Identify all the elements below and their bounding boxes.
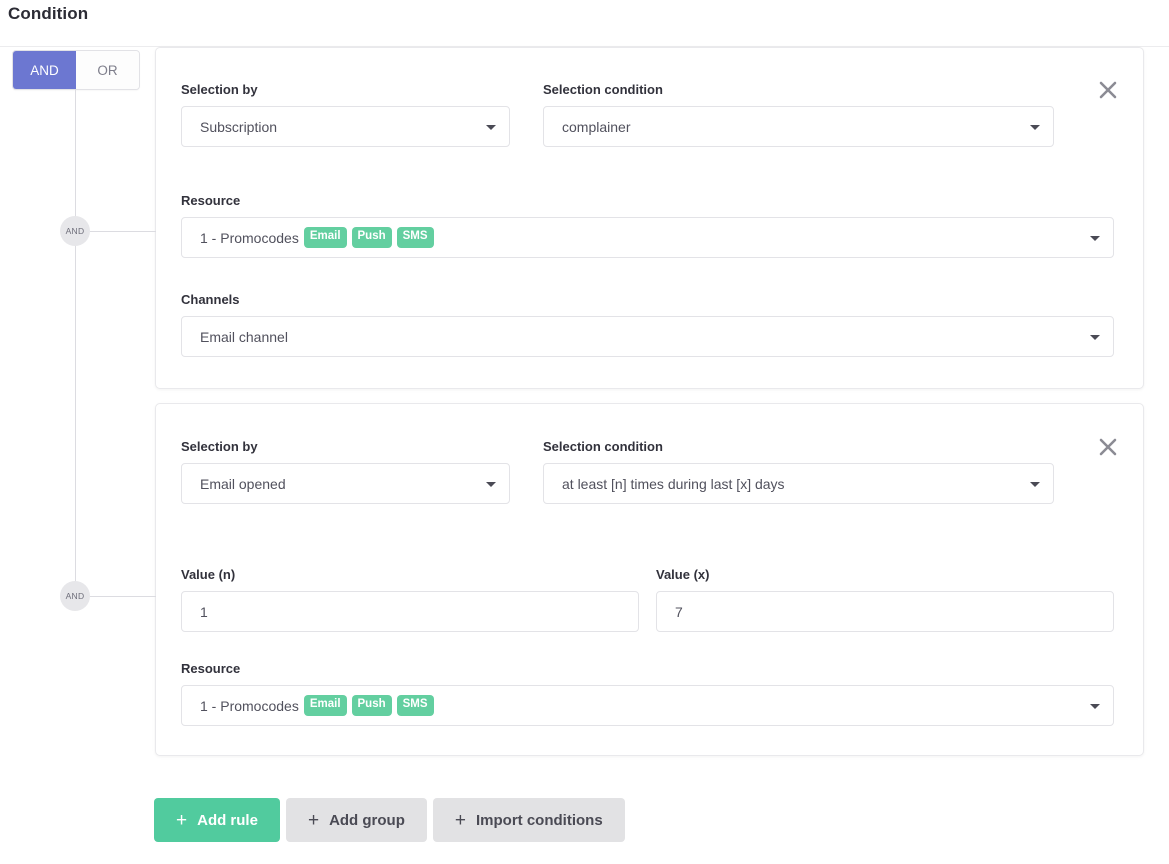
resource-value-1: 1 - Promocodes	[200, 229, 299, 246]
selection-condition-label-1: Selection condition	[543, 82, 663, 97]
add-rule-button[interactable]: + Add rule	[154, 798, 280, 842]
selection-condition-group-1: Selection condition complainer	[543, 82, 1054, 147]
chevron-down-icon	[1030, 481, 1040, 487]
condition-builder-page: Condition AND OR AND AND Selection by Su…	[0, 0, 1169, 864]
plus-icon: +	[307, 809, 320, 831]
resource-label-2: Resource	[181, 661, 241, 676]
channels-value-1: Email channel	[200, 328, 288, 345]
chevron-down-icon	[1090, 334, 1100, 340]
remove-rule-button-1[interactable]	[1095, 77, 1121, 103]
resource-value-2: 1 - Promocodes	[200, 697, 299, 714]
add-group-label: Add group	[329, 811, 405, 829]
value-x-label: Value (x)	[656, 567, 710, 582]
resource-label-1: Resource	[181, 193, 241, 208]
value-n-label: Value (n)	[181, 567, 236, 582]
value-n-group: Value (n) 1	[181, 567, 639, 632]
remove-rule-button-2[interactable]	[1095, 434, 1121, 460]
chevron-down-icon	[1030, 124, 1040, 130]
selection-condition-value-2: at least [n] times during last [x] days	[562, 475, 785, 492]
selection-condition-select-2[interactable]: at least [n] times during last [x] days	[543, 463, 1054, 504]
tree-horizontal-connector-2	[90, 596, 156, 597]
selection-by-group-2: Selection by Email opened	[181, 439, 510, 504]
selection-condition-value-1: complainer	[562, 118, 631, 135]
channel-badge-email: Email	[303, 695, 347, 716]
chevron-down-icon	[486, 481, 496, 487]
resource-group-2: Resource 1 - Promocodes Email Push SMS	[181, 661, 1114, 726]
value-x-group: Value (x) 7	[656, 567, 1114, 632]
resource-group-1: Resource 1 - Promocodes Email Push SMS	[181, 193, 1114, 258]
selection-by-select-1[interactable]: Subscription	[181, 106, 510, 147]
value-n-input[interactable]: 1	[181, 591, 639, 632]
selection-by-value-1: Subscription	[200, 118, 278, 135]
channels-group-1: Channels Email channel	[181, 292, 1114, 357]
value-x-value: 7	[675, 603, 683, 620]
add-group-button[interactable]: + Add group	[285, 798, 427, 842]
tree-horizontal-connector-1	[90, 231, 156, 232]
selection-by-select-2[interactable]: Email opened	[181, 463, 510, 504]
page-title: Condition	[8, 4, 89, 23]
chevron-down-icon	[1090, 703, 1100, 709]
rule-card-2: Selection by Email opened Selection cond…	[155, 403, 1144, 756]
plus-icon: +	[454, 809, 466, 831]
logic-toggle-or[interactable]: OR	[76, 51, 139, 89]
selection-by-label-1: Selection by	[181, 82, 258, 97]
plus-icon: +	[176, 809, 188, 831]
tree-vertical-connector	[75, 89, 76, 597]
resource-select-2[interactable]: 1 - Promocodes Email Push SMS	[181, 685, 1114, 726]
selection-by-label-2: Selection by	[181, 439, 258, 454]
resource-select-1[interactable]: 1 - Promocodes Email Push SMS	[181, 217, 1114, 258]
rule-card-1: Selection by Subscription Selection cond…	[155, 47, 1144, 389]
channel-badge-push: Push	[351, 695, 392, 716]
value-n-value: 1	[200, 603, 208, 620]
channel-badge-sms: SMS	[396, 227, 434, 248]
chevron-down-icon	[486, 124, 496, 130]
channel-badge-sms: SMS	[396, 695, 434, 716]
tree-node-and-2[interactable]: AND	[60, 581, 90, 611]
add-rule-label: Add rule	[197, 811, 258, 829]
action-buttons-bar: + Add rule + Add group + Import conditio…	[154, 798, 625, 842]
selection-condition-select-1[interactable]: complainer	[543, 106, 1054, 147]
selection-by-group-1: Selection by Subscription	[181, 82, 510, 147]
channels-select-1[interactable]: Email channel	[181, 316, 1114, 357]
import-conditions-button[interactable]: + Import conditions	[432, 798, 625, 842]
selection-condition-group-2: Selection condition at least [n] times d…	[543, 439, 1054, 504]
selection-condition-label-2: Selection condition	[543, 439, 663, 454]
tree-node-and-1[interactable]: AND	[60, 216, 90, 246]
import-conditions-label: Import conditions	[476, 811, 603, 829]
selection-by-value-2: Email opened	[200, 475, 286, 492]
chevron-down-icon	[1090, 235, 1100, 241]
value-x-input[interactable]: 7	[656, 591, 1114, 632]
channels-label-1: Channels	[181, 292, 240, 307]
channel-badge-push: Push	[351, 227, 392, 248]
channel-badge-email: Email	[303, 227, 347, 248]
logic-toggle-and[interactable]: AND	[13, 51, 76, 89]
logic-operator-toggle[interactable]: AND OR	[12, 50, 140, 90]
